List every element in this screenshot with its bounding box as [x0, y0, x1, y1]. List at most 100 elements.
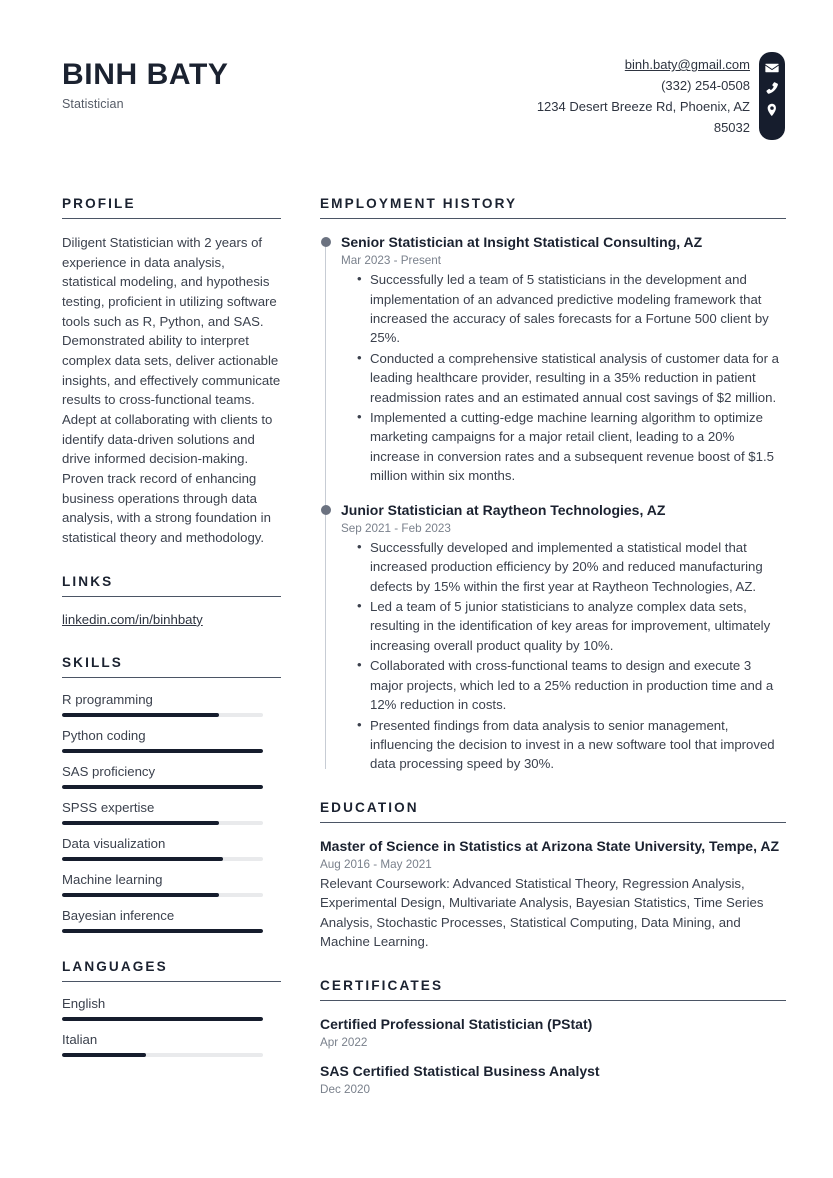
phone-icon — [765, 82, 779, 96]
language-meter-track — [62, 1016, 263, 1021]
section-links: LINKS linkedin.com/in/binhbaty — [62, 574, 281, 629]
job-bullets: Successfully developed and implemented a… — [341, 537, 786, 774]
skill-meter-fill — [62, 784, 263, 789]
section-divider — [62, 218, 281, 219]
section-certificates: CERTIFICATES Certified Professional Stat… — [320, 978, 786, 1096]
contact-address-line2: 85032 — [713, 120, 750, 136]
skill-item: Python coding — [62, 728, 281, 753]
section-divider — [62, 595, 281, 597]
resume-body: PROFILE Diligent Statistician with 2 yea… — [62, 196, 786, 1122]
section-divider — [320, 821, 786, 823]
job-bullet: Successfully led a team of 5 statisticia… — [357, 269, 786, 348]
skill-label: Data visualization — [62, 835, 166, 851]
section-title-languages: LANGUAGES — [62, 958, 168, 974]
skill-item: SPSS expertise — [62, 800, 281, 825]
left-column: PROFILE Diligent Statistician with 2 yea… — [62, 196, 281, 1122]
location-pin-icon — [765, 103, 779, 117]
language-item: English — [62, 996, 281, 1021]
contact-details: binh.baty@gmail.com (332) 254-0508 1234 … — [537, 52, 750, 138]
job-dates: Mar 2023 - Present — [341, 254, 442, 268]
timeline-axis — [325, 239, 326, 769]
certificate-entry: Certified Professional Statistician (PSt… — [320, 1015, 786, 1049]
section-title-education: EDUCATION — [320, 799, 419, 815]
job-bullet: Conducted a comprehensive statistical an… — [357, 348, 786, 407]
job-bullet: Successfully developed and implemented a… — [357, 537, 786, 596]
section-languages: LANGUAGES English Italian — [62, 959, 281, 1057]
timeline-dot-icon — [320, 237, 331, 247]
education-dates: Aug 2016 - May 2021 — [320, 857, 432, 871]
section-divider — [62, 676, 281, 678]
skill-meter-track — [62, 748, 263, 753]
candidate-name: BINH BATY — [62, 58, 229, 91]
skill-meter-fill — [62, 712, 219, 717]
profile-text: Diligent Statistician with 2 years of ex… — [62, 235, 281, 546]
envelope-icon — [765, 61, 779, 75]
certificate-date: Apr 2022 — [320, 1035, 368, 1049]
contact-phone: (332) 254-0508 — [661, 78, 750, 94]
link-item[interactable]: linkedin.com/in/binhbaty — [62, 612, 203, 627]
contact-email[interactable]: binh.baty@gmail.com — [625, 54, 750, 75]
skill-meter-fill — [62, 928, 263, 933]
job-bullet: Implemented a cutting-edge machine learn… — [357, 407, 786, 486]
section-title-profile: PROFILE — [62, 196, 136, 211]
job-bullet: Led a team of 5 junior statisticians to … — [357, 596, 786, 655]
contact-address-line1: 1234 Desert Breeze Rd, Phoenix, AZ — [536, 99, 750, 115]
skill-label: R programming — [62, 691, 153, 707]
resume-page: BINH BATY Statistician binh.baty@gmail.c… — [0, 0, 833, 1178]
skill-meter-fill — [62, 856, 223, 861]
skills-list: R programming Python coding SAS proficie… — [62, 692, 281, 933]
contact-icon-rail — [759, 52, 785, 140]
skill-meter-fill — [62, 892, 219, 897]
certificate-name: Certified Professional Statistician (PSt… — [320, 1015, 593, 1032]
skill-item: SAS proficiency — [62, 764, 281, 789]
skill-meter-track — [62, 712, 263, 717]
section-divider — [62, 980, 281, 982]
certificate-name: SAS Certified Statistical Business Analy… — [320, 1062, 600, 1079]
certificate-date: Dec 2020 — [320, 1082, 371, 1096]
right-column: EMPLOYMENT HISTORY Senior Statistician a… — [320, 196, 786, 1122]
skill-label: SAS proficiency — [62, 763, 156, 779]
section-profile: PROFILE Diligent Statistician with 2 yea… — [62, 196, 281, 548]
skill-label: Bayesian inference — [62, 907, 175, 923]
language-meter-fill — [62, 1052, 147, 1057]
languages-list: English Italian — [62, 996, 281, 1057]
section-divider — [320, 218, 786, 219]
language-meter-track — [62, 1052, 263, 1057]
section-title-certificates: CERTIFICATES — [320, 977, 444, 993]
language-label: English — [62, 995, 106, 1011]
skill-label: Machine learning — [62, 871, 163, 887]
section-divider — [320, 999, 786, 1001]
skill-meter-track — [62, 784, 263, 789]
skill-meter-track — [62, 856, 263, 861]
resume-header: BINH BATY Statistician binh.baty@gmail.c… — [62, 52, 785, 152]
timeline-dot-icon — [320, 504, 331, 515]
section-skills: SKILLS R programming Python coding SAS p… — [62, 655, 281, 933]
employment-entry: Senior Statistician at Insight Statistic… — [320, 233, 786, 486]
job-dates: Sep 2021 - Feb 2023 — [341, 521, 451, 535]
skill-label: SPSS expertise — [62, 799, 155, 815]
job-role: Junior Statistician at Raytheon Technolo… — [341, 501, 666, 518]
skill-meter-fill — [62, 748, 263, 753]
candidate-job-title: Statistician — [62, 96, 124, 111]
education-description: Relevant Coursework: Advanced Statistica… — [320, 875, 764, 950]
section-title-employment: EMPLOYMENT HISTORY — [320, 196, 518, 211]
job-bullet: Presented findings from data analysis to… — [357, 714, 786, 774]
employment-entry: Junior Statistician at Raytheon Technolo… — [320, 501, 786, 774]
section-education: EDUCATION Master of Science in Statistic… — [320, 800, 786, 952]
identity-block: BINH BATY Statistician — [62, 52, 229, 111]
section-employment: EMPLOYMENT HISTORY Senior Statistician a… — [320, 196, 786, 774]
skill-meter-track — [62, 820, 263, 825]
skill-meter-track — [62, 928, 263, 933]
job-bullets: Successfully led a team of 5 statisticia… — [341, 269, 786, 486]
language-label: Italian — [62, 1031, 98, 1047]
skill-label: Python coding — [62, 727, 146, 743]
contact-block: binh.baty@gmail.com (332) 254-0508 1234 … — [537, 52, 785, 140]
section-title-skills: SKILLS — [62, 654, 123, 670]
certificate-entry: SAS Certified Statistical Business Analy… — [320, 1062, 786, 1096]
skill-meter-track — [62, 892, 263, 897]
language-item: Italian — [62, 1032, 281, 1057]
skill-item: R programming — [62, 692, 281, 717]
employment-timeline: Senior Statistician at Insight Statistic… — [320, 233, 786, 774]
job-bullet: Collaborated with cross-functional teams… — [357, 655, 786, 714]
skill-item: Machine learning — [62, 872, 281, 897]
